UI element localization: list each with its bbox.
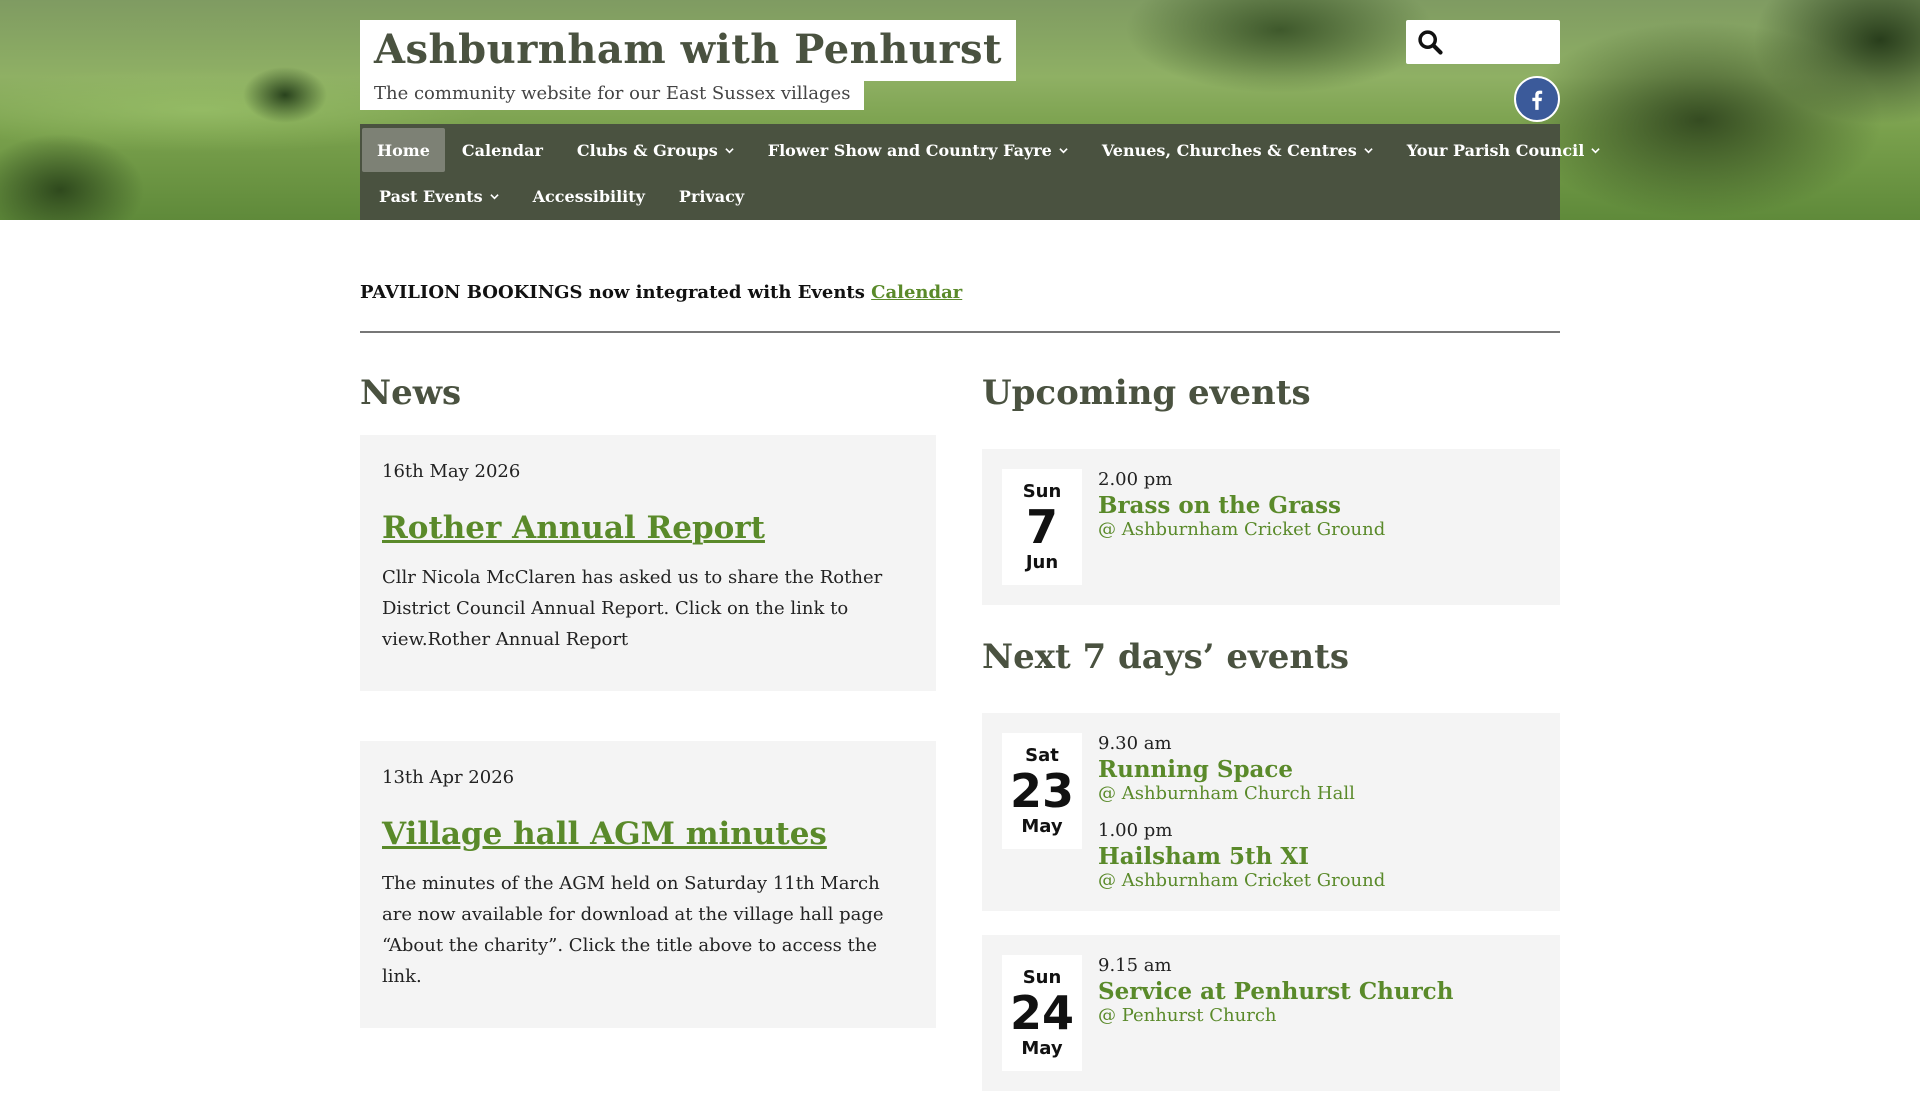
date-badge-month: Jun bbox=[1025, 552, 1059, 573]
date-badge: Sat 23 May bbox=[1002, 733, 1082, 849]
date-badge: Sun 24 May bbox=[1002, 955, 1082, 1071]
news-body: Cllr Nicola McClaren has asked us to sha… bbox=[382, 567, 883, 650]
nav-item-flower-show[interactable]: Flower Show and Country Fayre bbox=[751, 128, 1085, 172]
next7-heading: Next 7 days’ events bbox=[982, 637, 1349, 677]
date-badge-day: Sat bbox=[1025, 745, 1059, 766]
nav-item-label: Venues, Churches & Centres bbox=[1101, 140, 1357, 160]
date-badge: Sun 7 Jun bbox=[1002, 469, 1082, 585]
news-heading: News bbox=[360, 373, 462, 413]
event-time: 1.00 pm bbox=[1098, 820, 1173, 841]
nav-item-accessibility[interactable]: Accessibility bbox=[516, 174, 662, 218]
date-badge-number: 23 bbox=[1009, 764, 1074, 818]
site-tagline: The community website for our East Susse… bbox=[360, 80, 865, 110]
event-time: 2.00 pm bbox=[1098, 469, 1173, 490]
event-item: 9.15 am Service at Penhurst Church @ Pen… bbox=[1098, 955, 1453, 1026]
date-badge-number: 24 bbox=[1009, 986, 1074, 1040]
events-section: Upcoming events Sun 7 Jun 2.00 pm Brass … bbox=[982, 373, 1560, 1115]
date-badge-day: Sun bbox=[1022, 481, 1062, 502]
main-nav: Home Calendar Clubs & Groups Flower Show… bbox=[360, 124, 1600, 220]
search-input[interactable] bbox=[1444, 26, 1548, 58]
nav-item-label: Home bbox=[377, 140, 430, 160]
notice-banner: PAVILION BOOKINGS now integrated with Ev… bbox=[360, 282, 1560, 333]
event-venue-link[interactable]: @ Penhurst Church bbox=[1098, 1005, 1453, 1026]
search-box[interactable] bbox=[1406, 20, 1560, 64]
search-icon[interactable] bbox=[1416, 28, 1444, 56]
date-badge-day: Sun bbox=[1022, 967, 1062, 988]
chevron-down-icon bbox=[725, 147, 734, 153]
chevron-down-icon bbox=[489, 193, 499, 199]
news-date: 13th Apr 2026 bbox=[382, 767, 515, 788]
event-list: 9.30 am Running Space @ Ashburnham Churc… bbox=[1098, 733, 1385, 891]
news-section: News 16th May 2026 Rother Annual Report … bbox=[360, 373, 936, 1115]
nav-item-venues[interactable]: Venues, Churches & Centres bbox=[1085, 128, 1390, 172]
event-venue-link[interactable]: @ Ashburnham Cricket Ground bbox=[1098, 870, 1385, 891]
site-title-box[interactable]: Ashburnham with Penhurst bbox=[360, 20, 1016, 81]
event-venue-link[interactable]: @ Ashburnham Church Hall bbox=[1098, 783, 1385, 804]
nav-row-1: Home Calendar Clubs & Groups Flower Show… bbox=[360, 127, 1600, 173]
notice-calendar-link[interactable]: Calendar bbox=[871, 282, 962, 303]
event-title-link[interactable]: Running Space bbox=[1098, 756, 1385, 783]
header-inner: Ashburnham with Penhurst The community w… bbox=[360, 0, 1600, 220]
news-body: The minutes of the AGM held on Saturday … bbox=[382, 873, 884, 987]
date-badge-month: May bbox=[1021, 1038, 1063, 1059]
event-title-link[interactable]: Hailsham 5th XI bbox=[1098, 843, 1385, 870]
facebook-link[interactable] bbox=[1514, 76, 1560, 122]
nav-item-label: Your Parish Council bbox=[1406, 140, 1585, 160]
event-title-link[interactable]: Brass on the Grass bbox=[1098, 492, 1385, 519]
chevron-down-icon bbox=[1364, 147, 1373, 153]
date-badge-month: May bbox=[1021, 816, 1063, 837]
event-time: 9.15 am bbox=[1098, 955, 1172, 976]
news-date: 16th May 2026 bbox=[382, 461, 521, 482]
nav-item-label: Calendar bbox=[461, 140, 543, 160]
news-item: 13th Apr 2026 Village hall AGM minutes T… bbox=[360, 741, 936, 1028]
event-day-card: Sun 24 May 9.15 am Service at Penhurst C… bbox=[982, 935, 1560, 1091]
nav-row-2: Past Events Accessibility Privacy bbox=[360, 173, 1560, 219]
news-title-link[interactable]: Village hall AGM minutes bbox=[382, 816, 914, 852]
chevron-down-icon bbox=[1591, 147, 1600, 153]
nav-item-label: Clubs & Groups bbox=[576, 140, 718, 160]
date-badge-number: 7 bbox=[1025, 500, 1058, 554]
nav-item-past-events[interactable]: Past Events bbox=[362, 174, 516, 218]
nav-item-privacy[interactable]: Privacy bbox=[662, 174, 761, 218]
nav-item-clubs-groups[interactable]: Clubs & Groups bbox=[560, 128, 751, 172]
main-content: PAVILION BOOKINGS now integrated with Ev… bbox=[360, 220, 1560, 1115]
two-columns: News 16th May 2026 Rother Annual Report … bbox=[360, 373, 1560, 1115]
nav-item-home[interactable]: Home bbox=[362, 128, 445, 172]
nav-item-parish-council[interactable]: Your Parish Council bbox=[1390, 128, 1618, 172]
nav-item-label: Accessibility bbox=[532, 186, 645, 206]
event-list: 2.00 pm Brass on the Grass @ Ashburnham … bbox=[1098, 469, 1385, 585]
event-day-card: Sat 23 May 9.30 am Running Space @ Ashbu… bbox=[982, 713, 1560, 911]
event-title-link[interactable]: Service at Penhurst Church bbox=[1098, 978, 1453, 1005]
upcoming-heading: Upcoming events bbox=[982, 373, 1311, 413]
header-banner: Ashburnham with Penhurst The community w… bbox=[0, 0, 1920, 220]
nav-item-calendar[interactable]: Calendar bbox=[445, 128, 560, 172]
event-time: 9.30 am bbox=[1098, 733, 1172, 754]
event-item: 2.00 pm Brass on the Grass @ Ashburnham … bbox=[1098, 469, 1385, 540]
chevron-down-icon bbox=[1059, 147, 1068, 153]
nav-item-label: Flower Show and Country Fayre bbox=[767, 140, 1052, 160]
event-item: 1.00 pm Hailsham 5th XI @ Ashburnham Cri… bbox=[1098, 820, 1385, 891]
event-venue-link[interactable]: @ Ashburnham Cricket Ground bbox=[1098, 519, 1385, 540]
event-list: 9.15 am Service at Penhurst Church @ Pen… bbox=[1098, 955, 1453, 1071]
news-title-link[interactable]: Rother Annual Report bbox=[382, 510, 914, 546]
facebook-icon bbox=[1532, 90, 1543, 110]
notice-text: PAVILION BOOKINGS now integrated with Ev… bbox=[360, 282, 872, 303]
nav-item-label: Past Events bbox=[379, 186, 483, 206]
event-item: 9.30 am Running Space @ Ashburnham Churc… bbox=[1098, 733, 1385, 804]
nav-item-label: Privacy bbox=[678, 186, 745, 206]
site-title[interactable]: Ashburnham with Penhurst bbox=[374, 26, 1002, 73]
news-item: 16th May 2026 Rother Annual Report Cllr … bbox=[360, 435, 936, 691]
event-day-card: Sun 7 Jun 2.00 pm Brass on the Grass @ A… bbox=[982, 449, 1560, 605]
